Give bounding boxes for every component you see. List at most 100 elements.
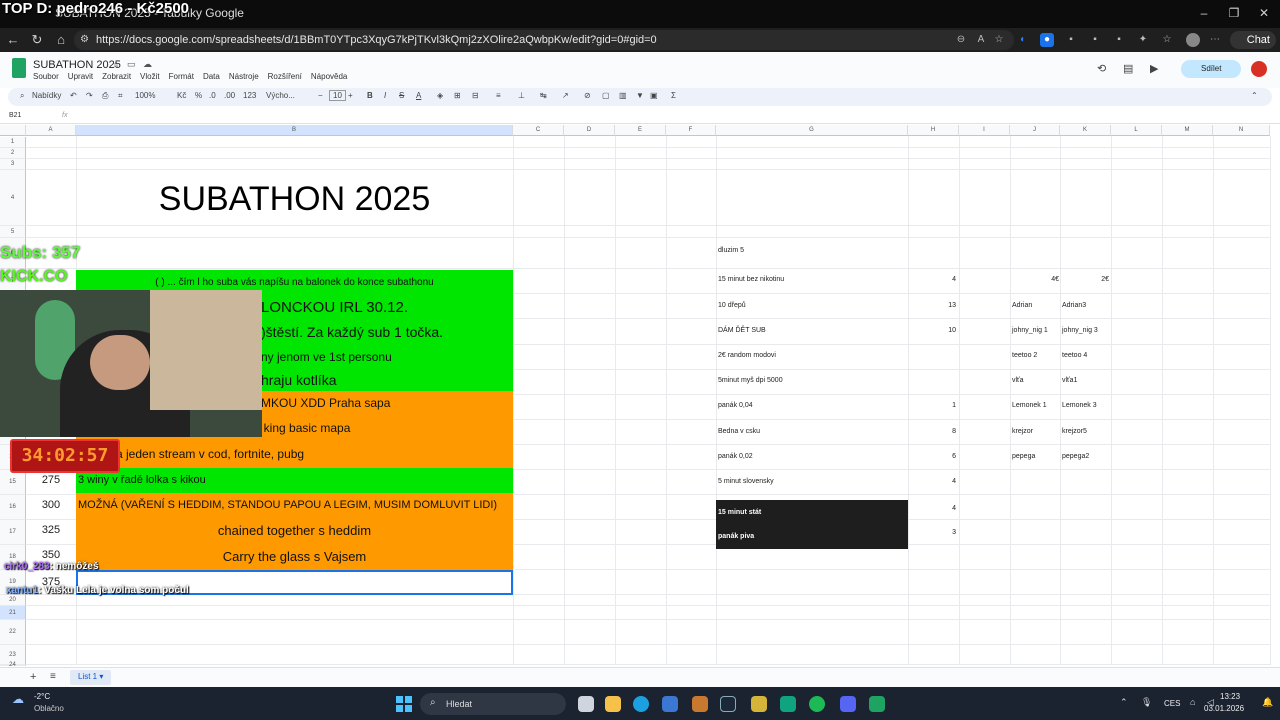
- column-header-e[interactable]: E: [615, 125, 666, 136]
- collections-icon[interactable]: ☆: [1160, 33, 1174, 47]
- menu-napoveda[interactable]: Nápověda: [311, 72, 347, 81]
- text-wrap-icon[interactable]: ↹: [540, 91, 547, 100]
- row-header-17[interactable]: 17: [0, 520, 26, 545]
- add-sheet-icon[interactable]: +: [30, 671, 36, 683]
- column-header-m[interactable]: M: [1162, 125, 1213, 136]
- increase-decimal-button[interactable]: .00: [224, 91, 235, 100]
- column-header-k[interactable]: K: [1060, 125, 1111, 136]
- text-color-icon[interactable]: A: [416, 91, 421, 100]
- j-cell-name[interactable]: krejzor: [1010, 423, 1060, 441]
- close-icon[interactable]: ✕: [1256, 6, 1272, 22]
- column-header-n[interactable]: N: [1213, 125, 1270, 136]
- menu-soubor[interactable]: Soubor: [33, 72, 59, 81]
- number-format-button[interactable]: 123: [243, 91, 256, 100]
- k-cell-name[interactable]: pepega2: [1060, 448, 1110, 466]
- weather-icon[interactable]: ☁: [12, 692, 24, 706]
- zoom-select[interactable]: 100%: [135, 91, 155, 100]
- row-header-15[interactable]: 15: [0, 470, 26, 495]
- link-icon[interactable]: ⊘: [584, 91, 591, 100]
- align-vertical-icon[interactable]: ⊥: [518, 91, 525, 100]
- font-select[interactable]: Výcho...: [266, 91, 295, 100]
- b-cell-18[interactable]: Carry the glass s Vajsem: [76, 543, 513, 570]
- move-icon[interactable]: ▭: [127, 59, 136, 70]
- currency-button[interactable]: Kč: [177, 91, 186, 100]
- borders-icon[interactable]: ⊞: [454, 91, 461, 100]
- comments-icon[interactable]: ▤: [1123, 62, 1133, 75]
- column-header-i[interactable]: I: [959, 125, 1010, 136]
- app-icon-7[interactable]: [751, 696, 767, 712]
- star-icon[interactable]: ☆: [112, 59, 120, 70]
- h-cell-value[interactable]: [908, 372, 958, 390]
- search-menus[interactable]: Nabídky: [32, 91, 61, 100]
- menu-zobrazit[interactable]: Zobrazit: [102, 72, 131, 81]
- g-cell-task[interactable]: panák piva: [716, 524, 908, 549]
- j-cell-name[interactable]: teetoo 2: [1010, 347, 1060, 365]
- redo-icon[interactable]: ↷: [86, 91, 93, 100]
- h-cell-value[interactable]: 1: [908, 397, 958, 415]
- clock-time[interactable]: 13:23: [1220, 692, 1240, 701]
- extension-icon-3[interactable]: ▪: [1088, 33, 1102, 47]
- steam-icon[interactable]: [720, 696, 736, 712]
- edge-icon[interactable]: [633, 696, 649, 712]
- file-explorer-icon[interactable]: [605, 696, 621, 712]
- sheet-tab-list1[interactable]: List 1 ▾: [70, 670, 112, 685]
- extensions-icon[interactable]: ✦: [1136, 33, 1150, 47]
- column-header-d[interactable]: D: [564, 125, 615, 136]
- text-rotation-icon[interactable]: ↗: [562, 91, 569, 100]
- column-header-a[interactable]: A: [26, 125, 76, 136]
- more-icon[interactable]: ⋯: [1208, 33, 1222, 47]
- home-icon[interactable]: ⌂: [52, 32, 70, 48]
- sheets-taskbar-icon[interactable]: [869, 696, 885, 712]
- account-avatar[interactable]: [1251, 61, 1267, 77]
- row-header-22[interactable]: 22: [0, 620, 26, 645]
- h-cell-value[interactable]: [908, 347, 958, 365]
- italic-icon[interactable]: I: [384, 91, 386, 100]
- filter-views-icon[interactable]: ▣: [650, 91, 658, 100]
- row-header-5[interactable]: 5: [0, 226, 26, 238]
- b-cell-16[interactable]: MOŽNÁ (VAŘENÍ S HEDDIM, STANDOU PAPOU A …: [76, 493, 513, 518]
- discord-icon[interactable]: [840, 696, 856, 712]
- a-cell-value[interactable]: 300: [26, 493, 76, 518]
- g-cell-task[interactable]: panák 0,02: [716, 448, 908, 466]
- extension-icon-2[interactable]: ▪: [1064, 33, 1078, 47]
- column-header-c[interactable]: C: [513, 125, 564, 136]
- percent-button[interactable]: %: [195, 91, 202, 100]
- select-all-corner[interactable]: [0, 125, 26, 136]
- g-cell-task[interactable]: Bedna v csku: [716, 423, 908, 441]
- g-cell-task[interactable]: dluzim 5: [716, 242, 908, 260]
- zoom-icon[interactable]: ⊖: [954, 33, 968, 47]
- b-cell-14[interactable]: a jeden stream v cod, fortnite, pubg: [76, 441, 513, 468]
- font-size-increase-icon[interactable]: +: [348, 91, 353, 100]
- align-horizontal-icon[interactable]: ≡: [496, 91, 501, 100]
- back-icon[interactable]: ←: [4, 32, 22, 48]
- meet-icon[interactable]: ▶: [1150, 62, 1158, 75]
- row-header-4[interactable]: 4: [0, 170, 26, 226]
- j-cell-name[interactable]: johny_nig 1: [1010, 322, 1060, 340]
- profile-avatar[interactable]: [1186, 33, 1200, 47]
- menu-data[interactable]: Data: [203, 72, 220, 81]
- site-info-icon[interactable]: ⚙: [80, 34, 89, 45]
- k-cell-name[interactable]: krejzor5: [1060, 423, 1110, 441]
- menu-vlozit[interactable]: Vložit: [140, 72, 160, 81]
- h-cell-value[interactable]: 8: [908, 423, 958, 441]
- column-header-h[interactable]: H: [908, 125, 959, 136]
- column-header-g[interactable]: G: [716, 125, 908, 136]
- paint-format-icon[interactable]: ⌗: [118, 91, 123, 101]
- g-cell-task[interactable]: 5 minut slovensky: [716, 473, 908, 491]
- j-cell-name[interactable]: vlťa: [1010, 372, 1060, 390]
- taskbar-search[interactable]: Hledat: [420, 693, 566, 715]
- k-cell-name[interactable]: vlťa1: [1060, 372, 1110, 390]
- h-cell-value[interactable]: 10: [908, 322, 958, 340]
- row-header-21[interactable]: 21: [0, 606, 26, 620]
- g-cell-task[interactable]: 10 dřepů: [716, 297, 908, 315]
- menu-format[interactable]: Formát: [169, 72, 194, 81]
- app-icon-5[interactable]: [692, 696, 708, 712]
- notifications-icon[interactable]: 🔔: [1262, 697, 1273, 708]
- g-cell-task[interactable]: panák 0,04: [716, 397, 908, 415]
- row-header-24[interactable]: 24: [0, 662, 26, 668]
- k-cell-name[interactable]: Adrian3: [1060, 297, 1110, 315]
- decrease-decimal-button[interactable]: .0: [209, 91, 216, 100]
- b-cell-17[interactable]: chained together s heddim: [76, 518, 513, 543]
- j-header[interactable]: 4€: [1010, 271, 1060, 289]
- menu-rozsireni[interactable]: Rozšíření: [268, 72, 302, 81]
